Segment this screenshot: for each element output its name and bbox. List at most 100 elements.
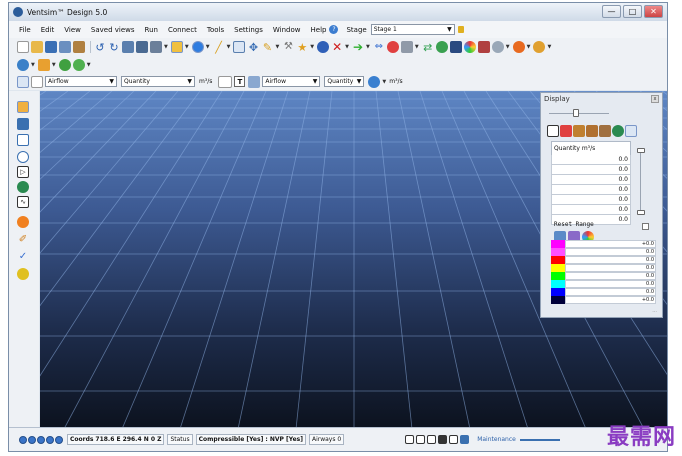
- check-tool-icon[interactable]: ✓: [17, 251, 29, 263]
- nav-button[interactable]: [55, 435, 63, 444]
- list-item[interactable]: 0.0: [551, 165, 631, 175]
- color-row[interactable]: 0.0: [551, 272, 656, 280]
- tab-box3-icon[interactable]: [599, 125, 611, 137]
- play-icon[interactable]: ▷: [17, 166, 29, 178]
- color-swatch[interactable]: [551, 280, 565, 288]
- tab-globe-icon[interactable]: [612, 125, 624, 137]
- delete-icon[interactable]: ✕: [331, 41, 343, 53]
- menu-window[interactable]: Window: [273, 26, 301, 34]
- tab-grid-icon[interactable]: [547, 125, 559, 137]
- menu-run[interactable]: Run: [145, 26, 158, 34]
- color-swatch[interactable]: [551, 264, 565, 272]
- opacity-slider-track[interactable]: [549, 113, 609, 114]
- range-slider-track[interactable]: [640, 151, 641, 213]
- stage-select[interactable]: Stage 1 ▼: [370, 24, 455, 35]
- search-icon[interactable]: [435, 41, 448, 53]
- tab-cursor-icon[interactable]: [625, 125, 637, 137]
- panel-close-icon[interactable]: x: [651, 95, 659, 103]
- color-row[interactable]: 0.0: [551, 288, 656, 296]
- overlap-icon[interactable]: [17, 268, 29, 280]
- color-row[interactable]: 0.0: [551, 264, 656, 272]
- help-icon[interactable]: ?: [329, 25, 339, 34]
- layer-icon[interactable]: [400, 41, 413, 53]
- opacity-slider-knob[interactable]: [573, 109, 579, 117]
- view-cube-icon[interactable]: [405, 435, 415, 444]
- more-indicator[interactable]: ...: [652, 308, 657, 314]
- paint-icon[interactable]: [37, 58, 50, 71]
- color-swatch[interactable]: [551, 240, 565, 248]
- color-row[interactable]: +0.0: [551, 296, 656, 304]
- data-type-select-1[interactable]: Airflow ▼: [45, 76, 117, 87]
- text-box-icon[interactable]: [218, 75, 233, 88]
- simulate-icon[interactable]: [58, 58, 71, 71]
- pencil-icon[interactable]: ✎: [261, 41, 273, 53]
- paste-icon[interactable]: [73, 41, 85, 53]
- color-swatch[interactable]: [551, 256, 565, 264]
- menu-file[interactable]: File: [19, 26, 31, 34]
- select-tool-icon[interactable]: [191, 41, 204, 53]
- menu-view[interactable]: View: [64, 26, 81, 34]
- zoom-window-icon[interactable]: [233, 41, 246, 53]
- new-file-icon[interactable]: [17, 41, 29, 53]
- menu-saved-views[interactable]: Saved views: [91, 26, 135, 34]
- grid-view-icon[interactable]: [17, 134, 29, 146]
- block-icon[interactable]: [386, 41, 399, 53]
- redo-icon[interactable]: ↻: [108, 41, 120, 53]
- text-display-icon[interactable]: [248, 75, 261, 88]
- tab-legend-icon[interactable]: [560, 125, 572, 137]
- minimize-button[interactable]: —: [602, 5, 621, 18]
- color-row[interactable]: 0.0: [551, 248, 656, 256]
- network-icon[interactable]: [17, 118, 29, 130]
- nav-button[interactable]: [46, 435, 54, 444]
- view-cube-icon[interactable]: [416, 435, 426, 444]
- view-list-icon[interactable]: [150, 41, 162, 53]
- menu-tools[interactable]: Tools: [207, 26, 224, 34]
- circle-view-icon[interactable]: [17, 151, 29, 163]
- globe-icon[interactable]: [17, 58, 29, 71]
- view-cube-icon[interactable]: [449, 435, 459, 444]
- close-button[interactable]: ✕: [644, 5, 663, 18]
- list-item[interactable]: 0.0: [551, 175, 631, 185]
- color-mode-icon[interactable]: [368, 75, 381, 88]
- print-icon[interactable]: [122, 41, 134, 53]
- curve-icon[interactable]: ∿: [17, 196, 29, 208]
- list-item[interactable]: 0.0: [551, 155, 631, 165]
- range-slider-top-knob[interactable]: [637, 148, 645, 153]
- move-icon[interactable]: ✥: [247, 41, 259, 53]
- menu-connect[interactable]: Connect: [168, 26, 197, 34]
- color-swatch[interactable]: [551, 296, 565, 304]
- color-swatch[interactable]: [551, 248, 565, 256]
- color-swatch[interactable]: [551, 272, 565, 280]
- pointer-icon[interactable]: [17, 75, 29, 88]
- settings-icon[interactable]: [491, 41, 504, 53]
- menu-help[interactable]: Help: [311, 26, 327, 34]
- orange-tool-icon[interactable]: [17, 216, 29, 228]
- draw-line-icon[interactable]: ╱: [213, 41, 225, 53]
- maintenance-slider[interactable]: [519, 438, 560, 441]
- view-cube-icon[interactable]: [427, 435, 437, 444]
- grid-toggle-icon[interactable]: [460, 435, 470, 444]
- copy-icon[interactable]: [59, 41, 71, 53]
- lock-icon[interactable]: [457, 26, 464, 33]
- list-item[interactable]: 0.0: [551, 195, 631, 205]
- heat-icon[interactable]: [533, 41, 546, 53]
- text-tool-button[interactable]: T: [234, 76, 246, 87]
- menu-settings[interactable]: Settings: [234, 26, 263, 34]
- fan-icon[interactable]: [317, 41, 330, 53]
- open-folder-icon[interactable]: [31, 41, 43, 53]
- find-icon[interactable]: [136, 41, 148, 53]
- brush-icon[interactable]: ✐: [17, 234, 29, 246]
- color-swatch[interactable]: [551, 288, 565, 296]
- view-cube-icon[interactable]: [438, 435, 448, 444]
- tab-box2-icon[interactable]: [586, 125, 598, 137]
- color-row[interactable]: 0.0: [551, 256, 656, 264]
- nav-button[interactable]: [19, 435, 27, 444]
- range-slider-bottom-knob[interactable]: [637, 210, 645, 215]
- maximize-button[interactable]: □: [623, 5, 642, 18]
- data-type-select-2[interactable]: Airflow ▼: [262, 76, 321, 87]
- earth-icon[interactable]: [17, 181, 29, 193]
- nav-button[interactable]: [28, 435, 36, 444]
- fire-icon[interactable]: [512, 41, 525, 53]
- sync-icon[interactable]: ⇄: [422, 41, 434, 53]
- reset-range-label[interactable]: Reset Range: [554, 221, 594, 228]
